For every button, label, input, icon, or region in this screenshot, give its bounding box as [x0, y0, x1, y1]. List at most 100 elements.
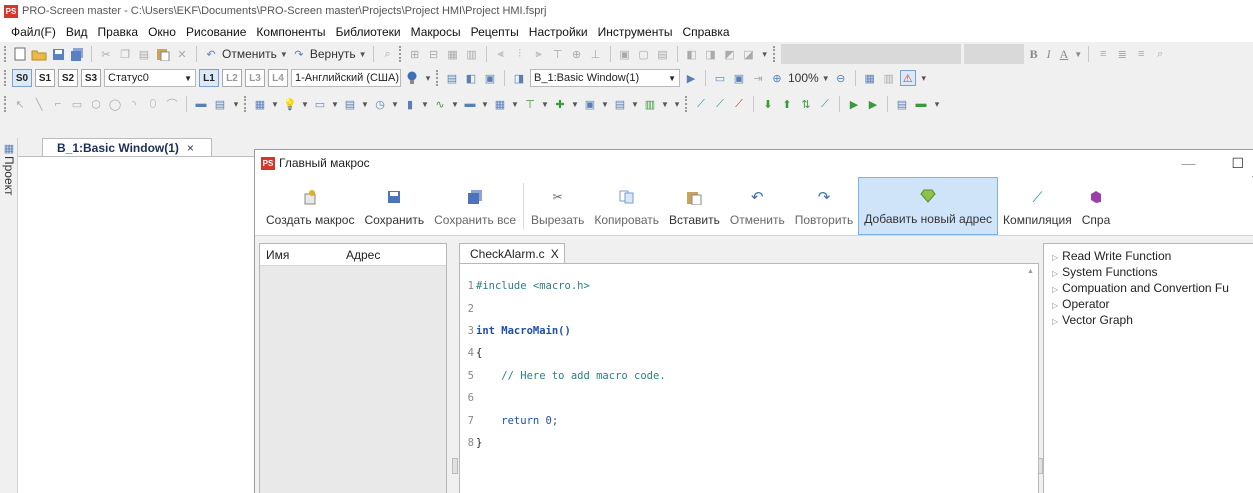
window-combo[interactable]: B_1:Basic Window(1) ▼ [530, 69, 680, 87]
transfer-icon[interactable]: ⇅ [798, 96, 814, 112]
menu-settings[interactable]: Настройки [524, 25, 593, 39]
project-panel-tab[interactable]: Проект [2, 156, 16, 196]
menu-view[interactable]: Вид [61, 25, 93, 39]
splitter-handle[interactable] [452, 458, 458, 474]
csv-icon[interactable]: ▤ [894, 96, 910, 112]
text-align-right-icon[interactable]: ≡ [1133, 46, 1149, 62]
copy-button[interactable]: Копировать [589, 177, 664, 235]
function-key-icon[interactable]: ▥ [642, 96, 658, 112]
download-icon[interactable]: ⬇ [760, 96, 776, 112]
maximize-button[interactable]: ☐ [1231, 155, 1244, 172]
close-icon[interactable]: X [551, 247, 559, 261]
column-address-header[interactable]: Адрес [340, 248, 380, 262]
dropdown-icon[interactable]: ▼ [571, 96, 579, 112]
menu-help[interactable]: Справка [677, 25, 734, 39]
save-icon[interactable] [50, 46, 66, 62]
expand-arrow-icon[interactable]: ▷ [1052, 301, 1058, 310]
text-align-left-icon[interactable]: ≡ [1095, 46, 1111, 62]
state-s3-button[interactable]: S3 [81, 69, 101, 87]
text-extra-icon[interactable]: ⌕ [1152, 46, 1168, 62]
switch-icon[interactable]: ▦ [252, 96, 268, 112]
layer-down-icon[interactable]: ◨ [703, 46, 719, 62]
align-icon[interactable]: ⊟ [426, 46, 442, 62]
compile-button[interactable]: ⟋ Компиляция [998, 177, 1077, 235]
trend-icon[interactable]: ∿ [432, 96, 448, 112]
dropdown-icon[interactable]: ▼ [511, 96, 519, 112]
bar-graph-icon[interactable]: ▮ [402, 96, 418, 112]
dropdown-icon[interactable]: ▼ [541, 96, 549, 112]
window-prev-icon[interactable]: ◧ [463, 70, 479, 86]
go-window-icon[interactable]: ◨ [511, 70, 527, 86]
snap-icon[interactable]: ▥ [881, 70, 897, 86]
upload-icon[interactable]: ⬆ [779, 96, 795, 112]
dropdown-icon[interactable]: ▼ [421, 96, 429, 112]
copy-format-icon[interactable]: ▤ [136, 46, 152, 62]
zoom-out-icon[interactable]: ⊖ [833, 70, 849, 86]
dropdown-icon[interactable]: ▼ [601, 96, 609, 112]
font-size-field[interactable] [963, 44, 1024, 64]
function-tree-item[interactable]: ▷ Compuation and Convertion Fu [1044, 280, 1253, 296]
toolbar-overflow-icon[interactable]: ▾ [231, 96, 241, 112]
function-tree-item[interactable]: ▷ System Functions [1044, 264, 1253, 280]
panel-pin-icon[interactable]: ▦ [1, 140, 17, 156]
same-size-icon[interactable]: ▤ [655, 46, 671, 62]
pipe-icon[interactable]: ✚ [552, 96, 568, 112]
status-combo[interactable]: Статус0 ▼ [104, 69, 196, 87]
macro-icon[interactable]: ⟋ [693, 96, 709, 112]
offline-sim-icon[interactable]: ▶ [846, 96, 862, 112]
align-center-icon[interactable]: ⫶ [512, 46, 528, 62]
menu-window[interactable]: Окно [143, 25, 181, 39]
paste-button[interactable]: Вставить [664, 177, 725, 235]
frame-icon[interactable]: ▭ [712, 70, 728, 86]
italic-button[interactable]: I [1044, 47, 1054, 62]
new-file-icon[interactable] [12, 46, 28, 62]
variable-list[interactable] [260, 266, 446, 493]
menu-recipes[interactable]: Рецепты [466, 25, 524, 39]
code-text[interactable]: 1 #include <macro.h> 2 3 int MacroMain() 4… [464, 270, 666, 472]
layer-l1-button[interactable]: L1 [199, 69, 219, 87]
polygon-icon[interactable]: ⬡ [88, 96, 104, 112]
help-button[interactable]: Спра [1077, 177, 1116, 235]
open-window-icon[interactable]: ▶ [683, 70, 699, 86]
function-tree-item[interactable]: ▷ Operator [1044, 296, 1253, 312]
data-table-icon[interactable]: ▦ [492, 96, 508, 112]
state-s0-button[interactable]: S0 [12, 69, 32, 87]
delete-icon[interactable]: ✕ [174, 46, 190, 62]
picture-icon[interactable]: ▬ [193, 96, 209, 112]
save-all-button[interactable]: Сохранить все [429, 177, 521, 235]
online-sim-icon[interactable]: ▶ [865, 96, 881, 112]
line-icon[interactable]: ╲ [31, 96, 47, 112]
paste-icon[interactable] [155, 46, 171, 62]
alarm-display-icon[interactable]: ▣ [582, 96, 598, 112]
distribute-icon[interactable]: ▦ [445, 46, 461, 62]
toolbar-grip[interactable] [398, 46, 402, 62]
font-name-field[interactable] [780, 44, 961, 64]
language-combo[interactable]: 1-Английский (США)▼ [291, 69, 401, 87]
expand-arrow-icon[interactable]: ▷ [1052, 285, 1058, 294]
menu-libraries[interactable]: Библиотеки [331, 25, 406, 39]
dropdown-icon[interactable]: ▼ [391, 96, 399, 112]
redo-label[interactable]: Вернуть [310, 47, 356, 61]
toolbar-grip[interactable] [4, 70, 7, 86]
same-width-icon[interactable]: ▣ [617, 46, 633, 62]
expand-arrow-icon[interactable]: ▷ [1052, 269, 1058, 278]
menu-draw[interactable]: Рисование [181, 25, 251, 39]
pie-icon[interactable]: ⬯ [145, 96, 161, 112]
recipe-icon[interactable]: ▤ [612, 96, 628, 112]
align-bottom-icon[interactable]: ⊥ [588, 46, 604, 62]
dropdown-icon[interactable]: ▼ [331, 96, 339, 112]
save-all-icon[interactable] [69, 46, 85, 62]
undo-label[interactable]: Отменить [222, 47, 277, 61]
open-folder-icon[interactable] [31, 46, 47, 62]
toolbar-grip[interactable] [436, 70, 439, 86]
toolbar-overflow-icon[interactable]: ▾ [423, 70, 433, 86]
add-new-address-button[interactable]: Добавить новый адрес [858, 177, 999, 235]
ellipse-icon[interactable]: ◯ [107, 96, 123, 112]
numeric-input-icon[interactable]: ▭ [312, 96, 328, 112]
menu-file[interactable]: Файл(F) [6, 25, 61, 39]
frame-extra-icon[interactable]: ⇥ [750, 70, 766, 86]
redo-dropdown-icon[interactable]: ▼ [359, 46, 367, 62]
font-color-dropdown-icon[interactable]: ▼ [1074, 46, 1082, 62]
redo-icon[interactable]: ↷ [291, 46, 307, 62]
function-tree-item[interactable]: ▷ Vector Graph [1044, 312, 1253, 328]
